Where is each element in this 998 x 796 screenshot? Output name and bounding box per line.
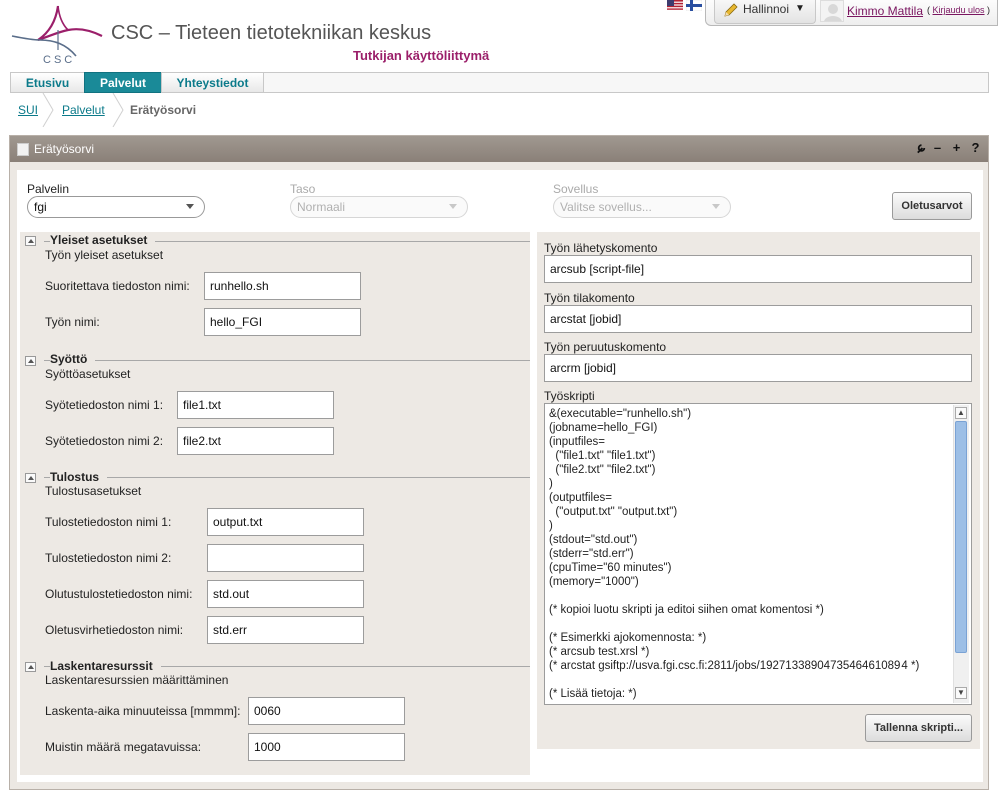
defaults-button[interactable]: Oletusarvot xyxy=(892,192,972,220)
scroll-down-icon[interactable]: ▼ xyxy=(955,687,967,699)
logout-wrapper: ( Kirjaudu ulos ) xyxy=(927,5,991,15)
chevron-down-icon[interactable]: ▼ xyxy=(795,3,805,14)
finnish-flag-icon[interactable] xyxy=(686,0,702,11)
application-select[interactable]: Valitse sovellus... xyxy=(553,196,731,218)
tab-yhteystiedot[interactable]: Yhteystiedot xyxy=(161,72,264,93)
avatar xyxy=(820,0,844,22)
user-silhouette-icon xyxy=(824,4,842,21)
site-subtitle: Tutkijan käyttöliittymä xyxy=(353,48,490,63)
collapse-toggle-icon[interactable] xyxy=(25,356,36,366)
breadcrumb-current: Erätyösorvi xyxy=(130,103,197,117)
portlet-title: Erätyösorvi xyxy=(34,142,95,156)
cpu-time-input[interactable] xyxy=(248,697,405,725)
input-file-2-label: Syötetiedoston nimi 2: xyxy=(45,434,164,448)
section-subtitle-input: Syöttöasetukset xyxy=(45,367,131,381)
job-name-label: Työn nimi: xyxy=(45,315,100,329)
collapse-toggle-icon[interactable] xyxy=(25,236,36,246)
chevron-down-icon xyxy=(449,204,457,209)
memory-label: Muistin määrä megatavuissa: xyxy=(45,740,202,754)
tab-palvelut[interactable]: Palvelut xyxy=(84,72,162,93)
output-file-1-input[interactable] xyxy=(207,508,364,536)
status-command-input[interactable] xyxy=(544,305,972,333)
breadcrumb-sui[interactable]: SUI xyxy=(18,103,38,117)
section-divider xyxy=(44,477,530,478)
server-select[interactable]: fgi xyxy=(27,196,205,218)
tab-etusivu[interactable]: Etusivu xyxy=(10,72,85,93)
minimize-icon[interactable]: – xyxy=(931,141,944,155)
memory-input[interactable] xyxy=(248,733,405,761)
stdout-file-input[interactable] xyxy=(207,580,364,608)
manage-menu-label[interactable]: Hallinnoi xyxy=(743,2,789,16)
collapse-toggle-icon[interactable] xyxy=(25,473,36,483)
breadcrumb-separator-icon xyxy=(42,93,54,127)
submit-command-input[interactable] xyxy=(544,255,972,283)
cpu-time-label: Laskenta-aika minuuteissa [mmmm]: xyxy=(45,704,241,718)
job-script-label: Työskripti xyxy=(544,389,595,403)
chevron-down-icon xyxy=(712,204,720,209)
user-name-link[interactable]: Kimmo Mattila xyxy=(847,4,923,18)
stdout-file-label: Olutustulostetiedoston nimi: xyxy=(45,587,193,601)
document-icon xyxy=(17,143,29,156)
stderr-file-input[interactable] xyxy=(207,616,364,644)
breadcrumb-separator-icon xyxy=(112,93,124,127)
scroll-up-icon[interactable]: ▲ xyxy=(955,407,967,419)
logo-text: CSC xyxy=(43,54,75,66)
input-file-1-input[interactable] xyxy=(177,391,334,419)
level-select-value: Normaali xyxy=(297,200,346,214)
scrollbar-thumb[interactable] xyxy=(955,421,967,653)
logout-link[interactable]: Kirjaudu ulos xyxy=(933,5,985,15)
portlet-header xyxy=(10,136,988,162)
site-title: CSC – Tieteen tietotekniikan keskus xyxy=(111,22,432,44)
help-icon[interactable]: ? xyxy=(969,141,982,155)
csc-logo[interactable]: CSC xyxy=(10,2,106,66)
level-select[interactable]: Normaali xyxy=(290,196,468,218)
section-title-output: Tulostus xyxy=(50,470,108,484)
output-file-2-input[interactable] xyxy=(207,544,364,572)
output-file-2-label: Tulostetiedoston nimi 2: xyxy=(45,551,172,565)
section-title-general: Yleiset asetukset xyxy=(50,233,156,247)
stderr-file-label: Oletusvirhetiedoston nimi: xyxy=(45,623,184,637)
save-script-button[interactable]: Tallenna skripti... xyxy=(865,714,972,742)
collapse-toggle-icon[interactable] xyxy=(25,662,36,672)
job-name-input[interactable] xyxy=(204,308,361,336)
section-subtitle-general: Työn yleiset asetukset xyxy=(45,248,164,262)
section-subtitle-resources: Laskentaresurssien määrittäminen xyxy=(45,673,229,687)
maximize-icon[interactable]: + xyxy=(950,141,963,155)
input-file-2-input[interactable] xyxy=(177,427,334,455)
section-title-input: Syöttö xyxy=(50,352,96,366)
breadcrumb-palvelut[interactable]: Palvelut xyxy=(62,103,105,117)
server-label: Palvelin xyxy=(27,182,70,196)
cancel-command-input[interactable] xyxy=(544,354,972,382)
english-flag-icon[interactable] xyxy=(667,0,683,11)
wrench-icon[interactable] xyxy=(915,141,928,155)
job-script-content[interactable]: &(executable="runhello.sh") (jobname=hel… xyxy=(549,407,949,703)
application-select-value: Valitse sovellus... xyxy=(560,200,652,214)
section-title-resources: Laskentaresurssit xyxy=(50,659,161,673)
server-select-value: fgi xyxy=(34,200,47,214)
submit-command-label: Työn lähetyskomento xyxy=(544,241,658,255)
section-divider xyxy=(44,360,530,361)
section-subtitle-output: Tulostusasetukset xyxy=(45,484,142,498)
status-command-label: Työn tilakomento xyxy=(544,291,635,305)
level-label: Taso xyxy=(290,182,316,196)
executable-input[interactable] xyxy=(204,272,361,300)
input-file-1-label: Syötetiedoston nimi 1: xyxy=(45,398,164,412)
pencil-icon xyxy=(724,3,738,17)
output-file-1-label: Tulostetiedoston nimi 1: xyxy=(45,515,172,529)
application-label: Sovellus xyxy=(553,182,599,196)
executable-label: Suoritettava tiedoston nimi: xyxy=(45,279,190,293)
cancel-command-label: Työn peruutuskomento xyxy=(544,340,667,354)
chevron-down-icon xyxy=(186,204,194,209)
